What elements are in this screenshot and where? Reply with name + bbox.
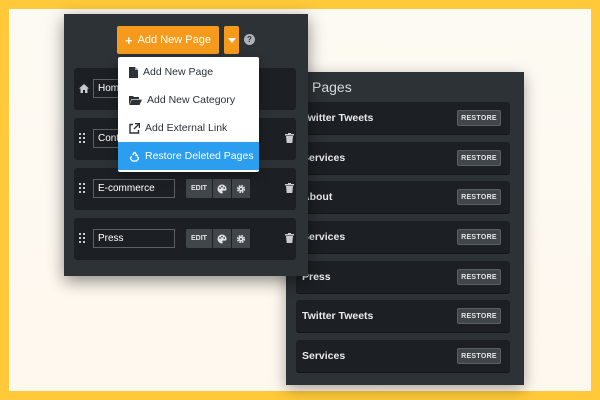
trash-icon[interactable] bbox=[285, 133, 294, 143]
add-menu-toggle-button[interactable] bbox=[224, 26, 239, 54]
settings-button[interactable] bbox=[232, 179, 250, 198]
restore-button[interactable]: RESTORE bbox=[457, 150, 501, 166]
gear-icon bbox=[236, 234, 246, 243]
palette-button[interactable] bbox=[213, 179, 231, 198]
restore-button[interactable]: RESTORE bbox=[457, 348, 501, 364]
external-link-icon bbox=[129, 122, 140, 134]
palette-icon bbox=[217, 234, 227, 243]
drag-handle-icon[interactable] bbox=[79, 133, 87, 145]
settings-button[interactable] bbox=[232, 229, 250, 248]
menu-item-label: Add External Link bbox=[145, 122, 228, 134]
restore-button[interactable]: RESTORE bbox=[457, 229, 501, 245]
gear-icon bbox=[236, 184, 246, 193]
edit-button[interactable]: EDIT bbox=[186, 229, 212, 248]
menu-item-restore-deleted-pages[interactable]: Restore Deleted Pages bbox=[118, 142, 259, 170]
edit-button[interactable]: EDIT bbox=[186, 179, 212, 198]
file-icon bbox=[129, 66, 138, 78]
home-icon bbox=[79, 84, 89, 93]
menu-item-label: Restore Deleted Pages bbox=[145, 150, 254, 162]
folder-open-icon bbox=[129, 96, 142, 105]
deleted-pages-title: Pages bbox=[312, 79, 352, 95]
caret-down-icon bbox=[227, 37, 236, 43]
restore-button[interactable]: RESTORE bbox=[457, 308, 501, 324]
page-name-input[interactable]: E-commerce bbox=[93, 179, 175, 198]
menu-item-label: Add New Category bbox=[147, 94, 236, 106]
deleted-pages-panel: Pages Twitter Tweets RESTORE Services RE… bbox=[286, 72, 524, 385]
palette-button[interactable] bbox=[213, 229, 231, 248]
recycle-icon bbox=[129, 151, 140, 162]
deleted-page-row: Services RESTORE bbox=[296, 142, 510, 175]
help-icon[interactable]: ? bbox=[244, 34, 255, 45]
drag-handle-icon[interactable] bbox=[79, 183, 87, 195]
menu-item-add-new-page[interactable]: Add New Page bbox=[118, 58, 259, 86]
add-new-dropdown-menu: Add New Page Add New Category Add Extern… bbox=[118, 57, 259, 172]
deleted-page-row: About RESTORE bbox=[296, 181, 510, 214]
trash-icon[interactable] bbox=[285, 183, 294, 193]
page-row-press: Press EDIT bbox=[74, 218, 296, 260]
page-row-ecommerce: E-commerce EDIT bbox=[74, 168, 296, 210]
menu-item-add-new-category[interactable]: Add New Category bbox=[118, 86, 259, 114]
restore-button[interactable]: RESTORE bbox=[457, 269, 501, 285]
deleted-page-name: Twitter Tweets bbox=[302, 310, 374, 322]
palette-icon bbox=[217, 184, 227, 193]
add-new-page-button[interactable]: + Add New Page bbox=[117, 26, 219, 54]
deleted-page-name: Services bbox=[302, 231, 346, 243]
menu-item-label: Add New Page bbox=[143, 66, 214, 78]
restore-button[interactable]: RESTORE bbox=[457, 189, 501, 205]
deleted-page-row: Services RESTORE bbox=[296, 340, 510, 373]
menu-item-add-external-link[interactable]: Add External Link bbox=[118, 114, 259, 142]
deleted-page-name: Services bbox=[302, 350, 346, 362]
plus-icon: + bbox=[125, 32, 133, 48]
deleted-page-row: Press RESTORE bbox=[296, 261, 510, 294]
trash-icon[interactable] bbox=[285, 233, 294, 243]
deleted-page-name: Services bbox=[302, 152, 346, 164]
deleted-page-row: Twitter Tweets RESTORE bbox=[296, 300, 510, 333]
add-new-page-label: Add New Page bbox=[137, 34, 211, 46]
deleted-page-name: Twitter Tweets bbox=[302, 112, 374, 124]
deleted-page-row: Services RESTORE bbox=[296, 221, 510, 254]
restore-button[interactable]: RESTORE bbox=[457, 110, 501, 126]
page-name-input[interactable]: Press bbox=[93, 229, 175, 248]
deleted-page-row: Twitter Tweets RESTORE bbox=[296, 102, 510, 135]
drag-handle-icon[interactable] bbox=[79, 233, 87, 245]
